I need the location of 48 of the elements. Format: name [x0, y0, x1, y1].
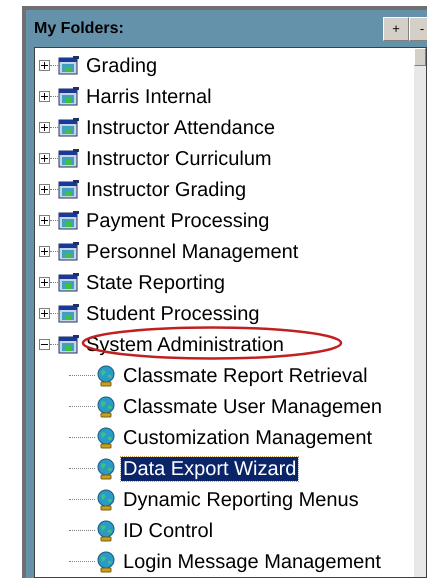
tree-item[interactable]: Customization Management	[121, 426, 374, 450]
tree-item[interactable]: Classmate Report Retrieval	[121, 364, 370, 388]
expand-toggle[interactable]	[39, 246, 50, 257]
globe-icon	[95, 550, 117, 572]
expand-toggle[interactable]	[39, 277, 50, 288]
folder-label[interactable]: Student Processing	[86, 298, 260, 328]
tree-item[interactable]: ID Control	[121, 518, 216, 542]
folder-window-icon	[58, 148, 80, 168]
folder-label[interactable]: Instructor Attendance	[86, 112, 276, 142]
scrollbar[interactable]	[414, 48, 426, 577]
folder-window-icon	[58, 334, 80, 354]
collapse-all-button[interactable]: -	[409, 16, 427, 40]
expand-toggle[interactable]	[39, 184, 50, 195]
globe-icon	[95, 458, 117, 480]
folder-label[interactable]: Personnel Management	[86, 236, 298, 266]
folder-window-icon	[58, 304, 80, 324]
globe-icon	[95, 364, 117, 386]
scroll-up-icon[interactable]	[414, 48, 426, 66]
collapse-toggle[interactable]	[39, 339, 50, 350]
folder-window-icon	[58, 242, 80, 262]
expand-toggle[interactable]	[39, 91, 50, 102]
folder-window-icon	[58, 118, 80, 138]
globe-icon	[95, 520, 117, 542]
folder-label[interactable]: Instructor Curriculum	[86, 144, 272, 174]
globe-icon	[95, 426, 117, 448]
tree-item[interactable]: Login Message Management	[121, 550, 383, 574]
globe-icon	[95, 488, 117, 510]
folder-window-icon	[58, 272, 80, 292]
folder-window-icon	[58, 56, 80, 76]
panel-title: My Folders:	[34, 18, 125, 38]
folder-label[interactable]: State Reporting	[86, 268, 225, 298]
expand-toggle[interactable]	[39, 215, 50, 226]
folder-window-icon	[58, 210, 80, 230]
expand-toggle[interactable]	[39, 308, 50, 319]
tree-item[interactable]: Data Export Wizard	[121, 456, 298, 480]
expand-toggle[interactable]	[39, 60, 50, 71]
expand-toggle[interactable]	[39, 153, 50, 164]
folder-label[interactable]: Instructor Grading	[86, 174, 246, 204]
folder-window-icon	[58, 86, 80, 106]
folder-label[interactable]: Harris Internal	[86, 82, 212, 112]
folder-window-icon	[58, 180, 80, 200]
folder-label[interactable]: Grading	[86, 50, 158, 80]
folder-label[interactable]: Payment Processing	[86, 206, 270, 236]
expand-all-button[interactable]: +	[383, 16, 409, 40]
expand-toggle[interactable]	[39, 122, 50, 133]
tree-item[interactable]: Dynamic Reporting Menus	[121, 488, 361, 512]
globe-icon	[95, 396, 117, 418]
tree-item[interactable]: Classmate User Managemen	[121, 394, 384, 418]
